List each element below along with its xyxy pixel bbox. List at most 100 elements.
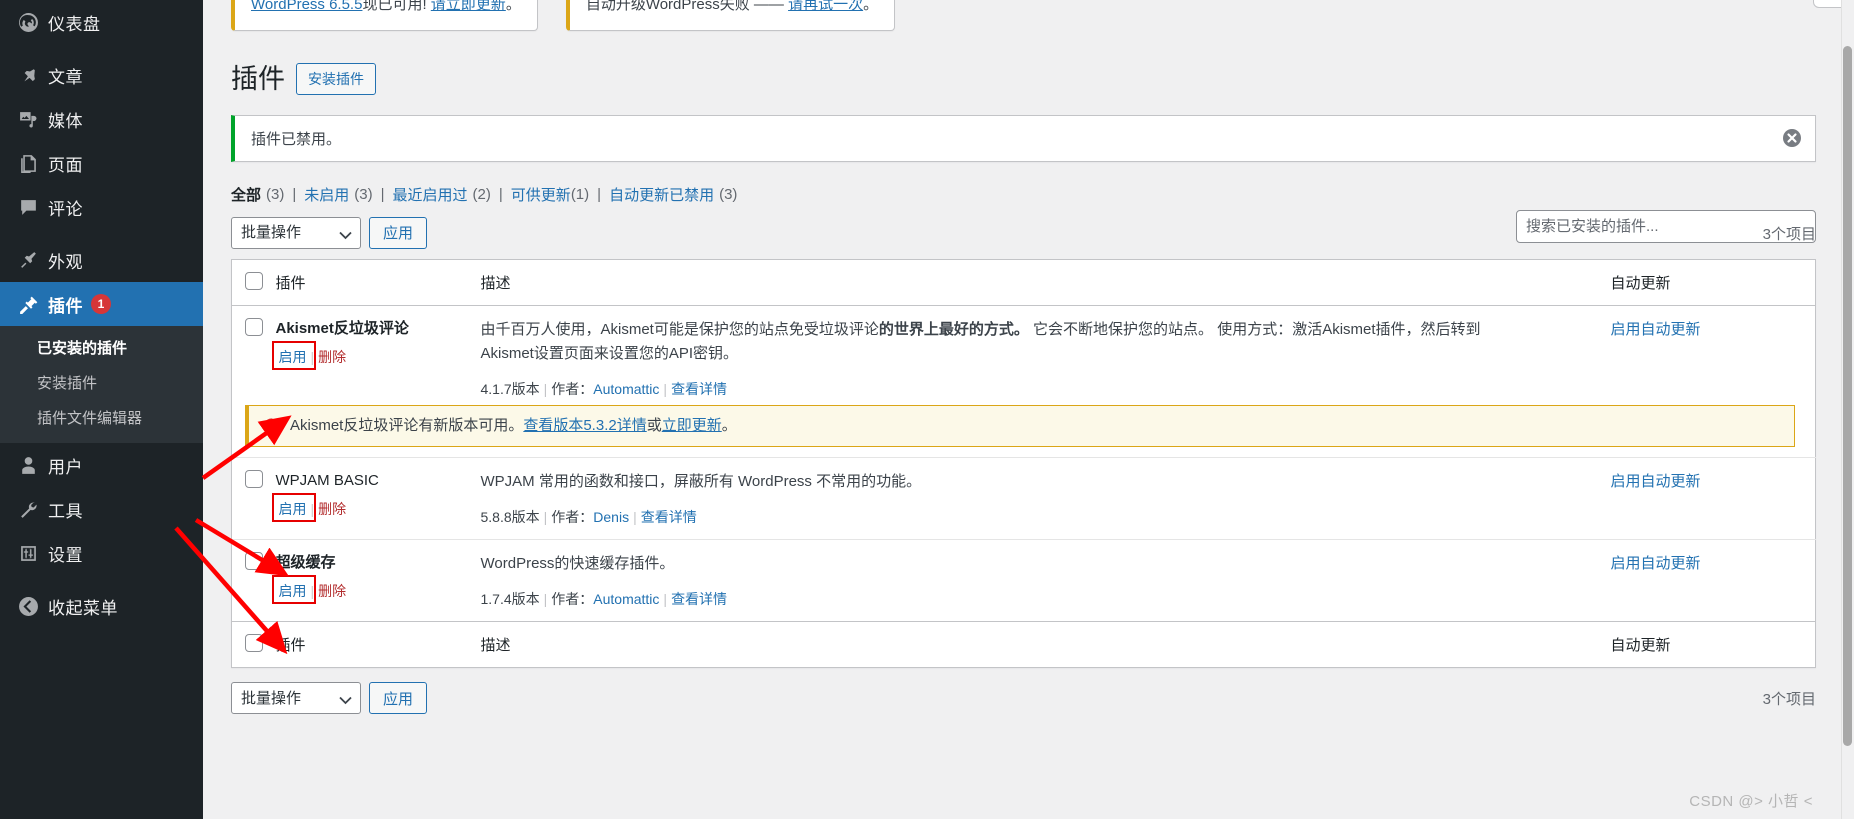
sidebar-item-label: 插件 — [48, 296, 83, 316]
submenu-item-installed-plugins[interactable]: 已安装的插件 — [0, 330, 203, 365]
filter-all-link[interactable]: 全部 — [231, 184, 261, 205]
filter-update-available-link[interactable]: 可供更新 — [511, 184, 571, 205]
plugin-author-link[interactable]: Automattic — [593, 381, 659, 397]
row-checkbox-cell — [232, 305, 276, 405]
plugin-description-cell: 由千百万人使用，Akismet可能是保护您的站点免受垃圾评论的世界上最好的方式。… — [481, 305, 1611, 405]
upgrade-failed-text: 自动升级WordPress失败 —— — [585, 0, 789, 13]
tablenav-bottom: 批量操作 应用 3个项目 — [231, 680, 1816, 716]
view-details-link[interactable]: 查看详情 — [641, 509, 697, 525]
dashboard-icon — [10, 5, 46, 39]
bulk-action-select-top[interactable]: 批量操作 — [231, 216, 361, 249]
column-header-autoupdate: 自动更新 — [1610, 259, 1816, 306]
apply-button-bottom[interactable]: 应用 — [369, 682, 428, 715]
row-checkbox-cell — [231, 539, 276, 622]
plugin-author-link[interactable]: Automattic — [593, 591, 659, 607]
action-separator: | — [310, 501, 315, 518]
enable-autoupdate-link-akismet[interactable]: 启用自动更新 — [1611, 321, 1701, 338]
sidebar-item-appearance[interactable]: 外观 — [0, 238, 203, 282]
plugin-update-row: Akismet反垃圾评论有新版本可用。查看版本5.3.2详情或立即更新。 — [232, 404, 1816, 458]
plugin-name: WPJAM BASIC — [275, 472, 379, 490]
filter-divider: | — [498, 185, 503, 203]
filter-recently-active[interactable]: 最近启用过 (2) | — [393, 184, 511, 205]
filter-update-available[interactable]: 可供更新 (1) | — [511, 184, 609, 205]
plugins-submenu: 已安装的插件 安装插件 插件文件编辑器 — [0, 326, 203, 443]
sidebar-item-label: 收起菜单 — [48, 598, 118, 618]
view-version-details-link[interactable]: 查看版本5.3.2详情 — [523, 417, 646, 434]
submenu-item-add-plugin[interactable]: 安装插件 — [0, 365, 203, 400]
add-new-plugin-button[interactable]: 安装插件 — [296, 62, 376, 96]
filter-all[interactable]: 全部 (3) | — [231, 184, 304, 205]
sidebar-item-label: 工具 — [48, 501, 83, 521]
filter-divider: | — [597, 185, 602, 203]
delete-link-wpjam[interactable]: 删除 — [318, 499, 346, 519]
item-count-bottom: 3个项目 — [1762, 691, 1816, 709]
sidebar-item-label: 评论 — [48, 199, 83, 219]
plugin-author-link[interactable]: Denis — [593, 509, 629, 525]
view-details-link[interactable]: 查看详情 — [671, 381, 727, 397]
column-footer-plugin: 插件 — [275, 621, 481, 668]
pin-icon — [10, 58, 46, 92]
meta-separator: | — [543, 509, 548, 526]
plugin-row-actions: 启用 | 删除 — [271, 493, 350, 523]
column-footer-autoupdate: 自动更新 — [1610, 621, 1816, 668]
enable-autoupdate-link-wpjam[interactable]: 启用自动更新 — [1611, 473, 1701, 490]
try-again-link[interactable]: 请再试一次 — [788, 0, 863, 13]
meta-separator: | — [543, 380, 548, 397]
row-checkbox-wpjam[interactable] — [245, 470, 263, 489]
meta-separator: | — [633, 509, 637, 526]
row-checkbox-akismet[interactable] — [245, 317, 263, 336]
filter-inactive[interactable]: 未启用 (3) | — [304, 184, 392, 205]
wp-version-link[interactable]: WordPress 6.5.5 — [251, 0, 362, 13]
filter-autoupdate-disabled-link[interactable]: 自动更新已禁用 — [609, 184, 714, 205]
close-circle-icon[interactable] — [1782, 128, 1802, 148]
filter-autoupdate-disabled-count: (3) — [719, 185, 738, 203]
item-count-top: 3个项目 — [1762, 225, 1816, 243]
sidebar-item-users[interactable]: 用户 — [0, 443, 203, 487]
bulk-action-select-bottom[interactable]: 批量操作 — [231, 682, 361, 715]
sidebar-item-media[interactable]: 媒体 — [0, 97, 203, 141]
submenu-item-plugin-editor[interactable]: 插件文件编辑器 — [0, 400, 203, 435]
filter-recently-active-count: (2) — [472, 185, 491, 203]
select-all-checkbox-top[interactable] — [245, 271, 263, 290]
collapse-icon — [10, 589, 46, 623]
sidebar-item-settings[interactable]: 设置 — [0, 531, 203, 575]
plugin-row-actions: 启用 | 删除 — [271, 575, 350, 605]
sidebar-item-comments[interactable]: 评论 — [0, 185, 203, 229]
select-all-header — [231, 259, 276, 306]
delete-link-akismet[interactable]: 删除 — [318, 347, 346, 367]
sidebar-item-posts[interactable]: 文章 — [0, 53, 203, 97]
table-header-row: 插件 描述 自动更新 — [231, 259, 1816, 306]
sidebar-item-label: 文章 — [48, 67, 83, 87]
activate-link-wpjam[interactable]: 启用 — [279, 499, 307, 519]
sidebar-item-tools[interactable]: 工具 — [0, 487, 203, 531]
column-header-description: 描述 — [480, 259, 1611, 306]
plugins-table-foot: 插件 描述 自动更新 — [231, 621, 1816, 668]
update-now-link[interactable]: 请立即更新 — [431, 0, 506, 13]
sidebar-item-pages[interactable]: 页面 — [0, 141, 203, 185]
view-details-link[interactable]: 查看详情 — [671, 591, 727, 607]
apply-button-top[interactable]: 应用 — [369, 216, 428, 249]
sidebar-item-dashboard[interactable]: 仪表盘 — [0, 0, 203, 44]
sidebar-item-plugins[interactable]: 插件 1 — [0, 282, 211, 326]
plugin-version: 5.8.8版本 — [480, 509, 540, 526]
delete-link-supercache[interactable]: 删除 — [318, 581, 346, 601]
page-scrollbar[interactable] — [1841, 0, 1854, 819]
plugin-meta: 1.7.4版本 | 作者：Automattic | 查看详情 — [481, 589, 1591, 609]
filter-inactive-link[interactable]: 未启用 — [304, 184, 349, 205]
select-all-checkbox-bottom[interactable] — [245, 634, 263, 653]
scrollbar-thumb[interactable] — [1843, 46, 1852, 746]
desc-pre: 由千百万人使用，Akismet可能是保护您的站点免受垃圾评论 — [480, 320, 879, 338]
filter-divider: | — [380, 185, 385, 203]
activate-link-supercache[interactable]: 启用 — [279, 581, 307, 601]
enable-autoupdate-link-supercache[interactable]: 启用自动更新 — [1611, 555, 1701, 572]
update-now-link[interactable]: 立即更新 — [662, 417, 722, 434]
activate-link-akismet[interactable]: 启用 — [279, 347, 307, 367]
sidebar-item-collapse-menu[interactable]: 收起菜单 — [0, 584, 203, 628]
filter-autoupdate-disabled[interactable]: 自动更新已禁用 (3) — [609, 184, 737, 205]
row-checkbox-supercache[interactable] — [245, 552, 263, 571]
meta-separator: | — [543, 591, 548, 608]
filter-recently-active-link[interactable]: 最近启用过 — [393, 184, 468, 205]
users-icon — [10, 448, 46, 482]
plugins-update-badge: 1 — [91, 294, 111, 314]
plugin-name: 超级缓存 — [275, 554, 336, 572]
